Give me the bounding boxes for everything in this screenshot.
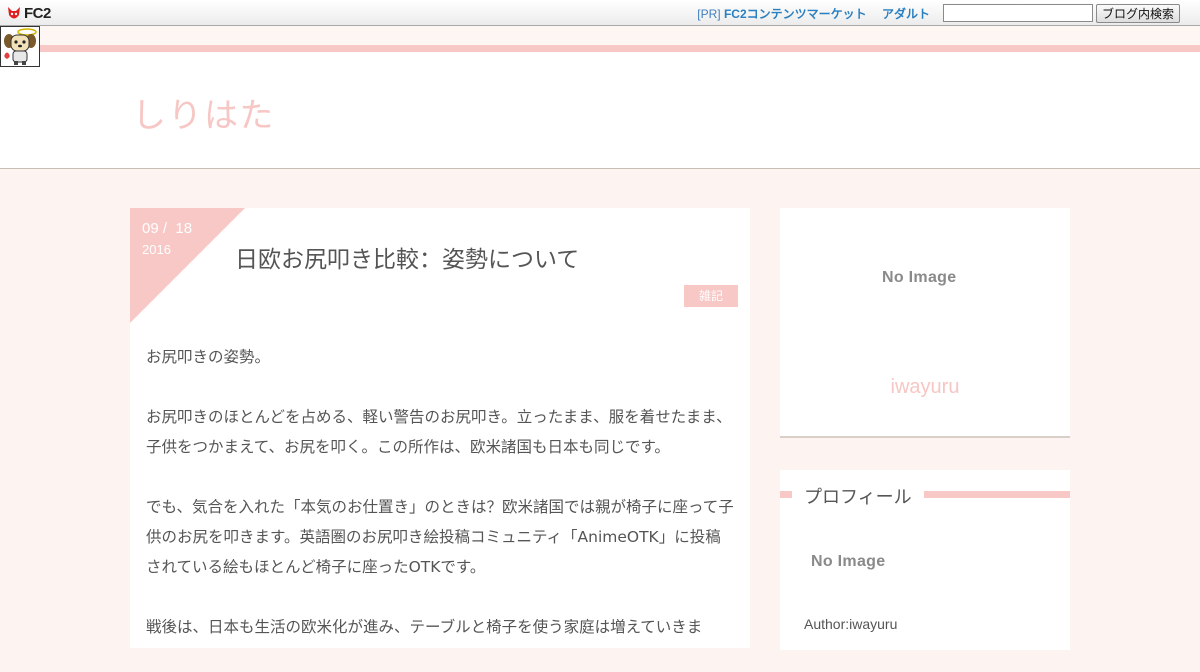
- article-paragraph: お尻叩きの姿勢。: [146, 348, 271, 366]
- fc2-logo-text: FC2: [24, 4, 51, 22]
- fc2-top-bar: FC2 [PR] FC2コンテンツマーケット アダルト ブログ内検索: [0, 0, 1200, 26]
- profile-stripe-left: [780, 491, 792, 498]
- fc2-logo[interactable]: FC2: [6, 4, 51, 22]
- profile-heading: プロフィール: [804, 487, 912, 508]
- blog-header: しりはた: [0, 26, 1200, 169]
- fc2-links: [PR] FC2コンテンツマーケット アダルト: [697, 5, 930, 22]
- blog-search-input[interactable]: [943, 4, 1093, 22]
- sidebar-author-card: No Image iwayuru: [780, 208, 1070, 438]
- article-title[interactable]: 日欧お尻叩き比較：姿勢について: [235, 240, 579, 274]
- article-date-month-day: 09 / 18: [142, 220, 192, 237]
- article-paragraph: お尻叩きのほとんどを占める、軽い警告のお尻叩き。立ったまま、服を着せたまま、子供…: [146, 408, 732, 456]
- sidebar-profile-card: プロフィール No Image Author:iwayuru: [780, 470, 1070, 650]
- pr-label: [PR]: [697, 7, 721, 21]
- fc2-content-market-link[interactable]: FC2コンテンツマーケット: [724, 7, 867, 21]
- angel-dog-mascot-icon: [4, 28, 37, 65]
- adult-link[interactable]: アダルト: [882, 7, 930, 21]
- article-paragraph: でも、気合を入れた「本気のお仕置き」のときは？欧米諸国では親が椅子に座って子供の…: [146, 498, 734, 576]
- blog-search-button[interactable]: ブログ内検索: [1096, 4, 1180, 23]
- category-tag[interactable]: 雑記: [684, 285, 738, 307]
- article-card: 09 / 18 2016 日欧お尻叩き比較：姿勢について 雑記 お尻叩きの姿勢。…: [130, 208, 750, 648]
- mascot-character[interactable]: [0, 26, 40, 67]
- article-body: お尻叩きの姿勢。 お尻叩きのほとんどを占める、軽い警告のお尻叩き。立ったまま、服…: [146, 342, 736, 672]
- header-pink-stripe: [0, 45, 1200, 52]
- date-month: 09: [142, 220, 159, 237]
- profile-stripe-right: [924, 491, 1070, 498]
- author-avatar-placeholder: No Image: [882, 269, 957, 286]
- article-paragraph: 戦後は、日本も生活の欧米化が進み、テーブルと椅子を使う家庭は増えていきま: [146, 618, 703, 636]
- date-day: 18: [175, 220, 193, 237]
- sidebar-author-name[interactable]: iwayuru: [780, 376, 1070, 399]
- date-separator: /: [162, 220, 168, 237]
- blog-title[interactable]: しりはた: [132, 88, 275, 137]
- fc2-fox-icon: [8, 6, 20, 18]
- profile-image-placeholder: No Image: [811, 553, 886, 570]
- article-date-year: 2016: [142, 242, 171, 257]
- header-top-band: [0, 26, 1200, 45]
